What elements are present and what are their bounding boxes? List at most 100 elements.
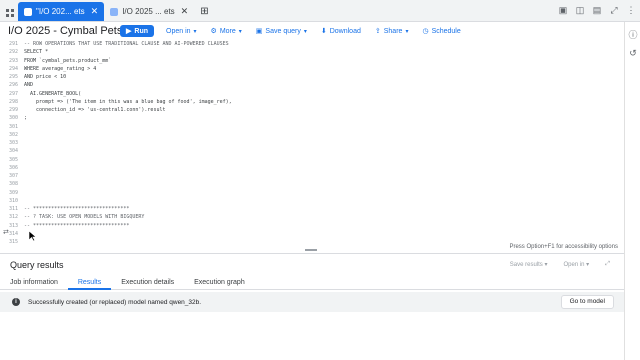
sql-editor[interactable]: 291 -- ROW OPERATIONS THAT USE TRADITIONA… [0, 40, 620, 244]
save-query-button[interactable]: ▣ Save query ▾ [255, 27, 307, 36]
code-text: AI.GENERATE_BOOL( [24, 90, 82, 97]
code-line[interactable]: 296 AND [0, 81, 620, 89]
close-icon[interactable]: ✕ [91, 6, 99, 17]
query-results-panel: Query results Save results ▾ Open in ▾ ⤢… [0, 253, 624, 360]
image-icon[interactable]: ▣ [558, 5, 568, 15]
line-number: 291 [8, 41, 18, 47]
line-number: 293 [8, 57, 18, 64]
grid-icon[interactable] [2, 5, 18, 21]
code-line[interactable]: 314 [0, 230, 620, 238]
open-in-label: Open in [166, 27, 191, 35]
code-line[interactable]: 295 AND price < 10 [0, 73, 620, 81]
more-button[interactable]: ⚙ More ▾ [210, 27, 242, 36]
line-number: 294 [8, 65, 18, 72]
code-line[interactable]: 293 FROM `cymbal_pets.product_mm` [0, 57, 620, 65]
schedule-button[interactable]: ◷ Schedule [422, 27, 460, 36]
tab-execution-details[interactable]: Execution details [111, 276, 184, 290]
code-line[interactable]: 299 connection_id => 'us-central1.conn')… [0, 106, 620, 114]
code-line[interactable]: 304 [0, 147, 620, 155]
history-icon[interactable]: ↺ [628, 48, 638, 58]
code-line[interactable]: 308 [0, 180, 620, 188]
save-results-button[interactable]: Save results ▾ [510, 261, 548, 268]
code-line[interactable]: 291 -- ROW OPERATIONS THAT USE TRADITIONA… [0, 40, 620, 48]
run-label: Run [134, 27, 148, 35]
editor-tab-bar: "I/O 202... ets ✕ I/O 2025 ... ets ✕ ⊞ ▣… [0, 0, 640, 22]
accessibility-hint: Press Option+F1 for accessibility option… [509, 244, 618, 250]
code-text: -- ROW OPERATIONS THAT USE TRADITIONAL C… [24, 41, 229, 47]
code-line[interactable]: 306 [0, 164, 620, 172]
new-tab-button[interactable]: ⊞ [194, 2, 214, 21]
line-number: 309 [8, 189, 18, 196]
plus-icon: ⊞ [200, 6, 209, 17]
mouse-pointer-icon [29, 231, 37, 241]
drag-handle-icon[interactable]: ⇄ [3, 228, 9, 236]
tab-job-information[interactable]: Job information [0, 276, 68, 290]
go-to-model-button[interactable]: Go to model [560, 295, 614, 309]
code-text: ; [24, 115, 28, 122]
line-number: 307 [8, 173, 18, 179]
line-number: 301 [8, 123, 18, 130]
code-line[interactable]: 300; [0, 114, 620, 122]
play-icon: ▶ [126, 28, 132, 35]
code-line[interactable]: 312 -- ? TASK: USE OPEN MODELS WITH BIGQU… [0, 213, 620, 221]
split-view-icon[interactable]: ◫ [575, 5, 585, 15]
line-number: 315 [8, 239, 18, 244]
fullscreen-icon[interactable]: ⤢ [609, 5, 619, 15]
status-banner: i Successfully created (or replaced) mod… [0, 292, 624, 312]
more-label: More [219, 27, 236, 35]
save-results-label: Save results [509, 262, 543, 268]
line-number: 305 [8, 156, 18, 163]
share-button[interactable]: ⇪ Share ▾ [374, 27, 409, 36]
code-line[interactable]: 313 -- ******************************** [0, 222, 620, 230]
code-line[interactable]: 298 prompt => ('The item in this was a b… [0, 98, 620, 106]
open-in-results-button[interactable]: Open in ▾ [563, 261, 589, 268]
download-button[interactable]: ⬇ Download [321, 27, 361, 36]
status-message: Successfully created (or replaced) model… [28, 298, 202, 306]
code-text: WHERE average_rating > 4 [24, 65, 97, 72]
code-line[interactable]: 294 WHERE average_rating > 4 [0, 65, 620, 73]
close-icon[interactable]: ✕ [181, 6, 189, 17]
info-icon[interactable]: ⓘ [628, 30, 638, 40]
line-number: 297 [8, 90, 18, 97]
gear-icon: ⚙ [210, 28, 217, 35]
code-text: -- ******************************** [24, 222, 130, 229]
code-line[interactable]: 303 [0, 139, 620, 147]
resize-handle[interactable] [305, 249, 317, 251]
save-icon: ▣ [255, 28, 263, 35]
code-line[interactable]: 311 -- ******************************** [0, 205, 620, 213]
tab-io-2025-active[interactable]: "I/O 202... ets ✕ [18, 2, 105, 21]
code-line[interactable]: 309 [0, 189, 620, 197]
run-button[interactable]: ▶ Run [120, 25, 154, 37]
editor-icon[interactable]: ▤ [592, 5, 602, 15]
code-line[interactable]: 305 [0, 156, 620, 164]
line-number: 303 [8, 140, 18, 146]
results-title: Query results [10, 260, 64, 270]
share-icon: ⇪ [374, 28, 381, 35]
tab-execution-graph[interactable]: Execution graph [184, 276, 255, 290]
code-line[interactable]: 307 [0, 172, 620, 180]
caret-down-icon: ▾ [405, 28, 409, 35]
bigquery-studio-app: "I/O 202... ets ✕ I/O 2025 ... ets ✕ ⊞ ▣… [0, 0, 640, 360]
line-number: 306 [8, 164, 18, 171]
code-line[interactable]: 301 [0, 123, 620, 131]
info-icon: i [12, 298, 20, 306]
tabbar-actions: ▣ ◫ ▤ ⤢ ⋮ [558, 5, 636, 15]
right-rail: ⓘ ↺ [624, 22, 640, 360]
code-line[interactable]: 310 [0, 197, 620, 205]
open-in-results-label: Open in [563, 262, 585, 268]
code-line[interactable]: 302 [0, 131, 620, 139]
more-vert-icon[interactable]: ⋮ [626, 5, 636, 15]
expand-icon[interactable]: ⤢ [605, 261, 610, 268]
open-in-button[interactable]: Open in ▾ [166, 28, 197, 35]
caret-down-icon: ▾ [238, 28, 242, 35]
tab-results[interactable]: Results [67, 276, 112, 290]
code-line[interactable]: 292 SELECT * [0, 48, 620, 56]
code-text: SELECT * [24, 49, 49, 56]
page-title: I/O 2025 - Cymbal Pets [8, 25, 123, 37]
code-line[interactable]: 297 AI.GENERATE_BOOL( [0, 90, 620, 98]
results-actions: Save results ▾ Open in ▾ ⤢ [510, 261, 610, 268]
code-text: -- ? TASK: USE OPEN MODELS WITH BIGQUERY [24, 214, 145, 221]
tab-io-2025[interactable]: I/O 2025 ... ets ✕ [104, 2, 194, 21]
tab-label: I/O 2025 ... ets [122, 7, 175, 16]
line-number: 304 [8, 148, 18, 155]
